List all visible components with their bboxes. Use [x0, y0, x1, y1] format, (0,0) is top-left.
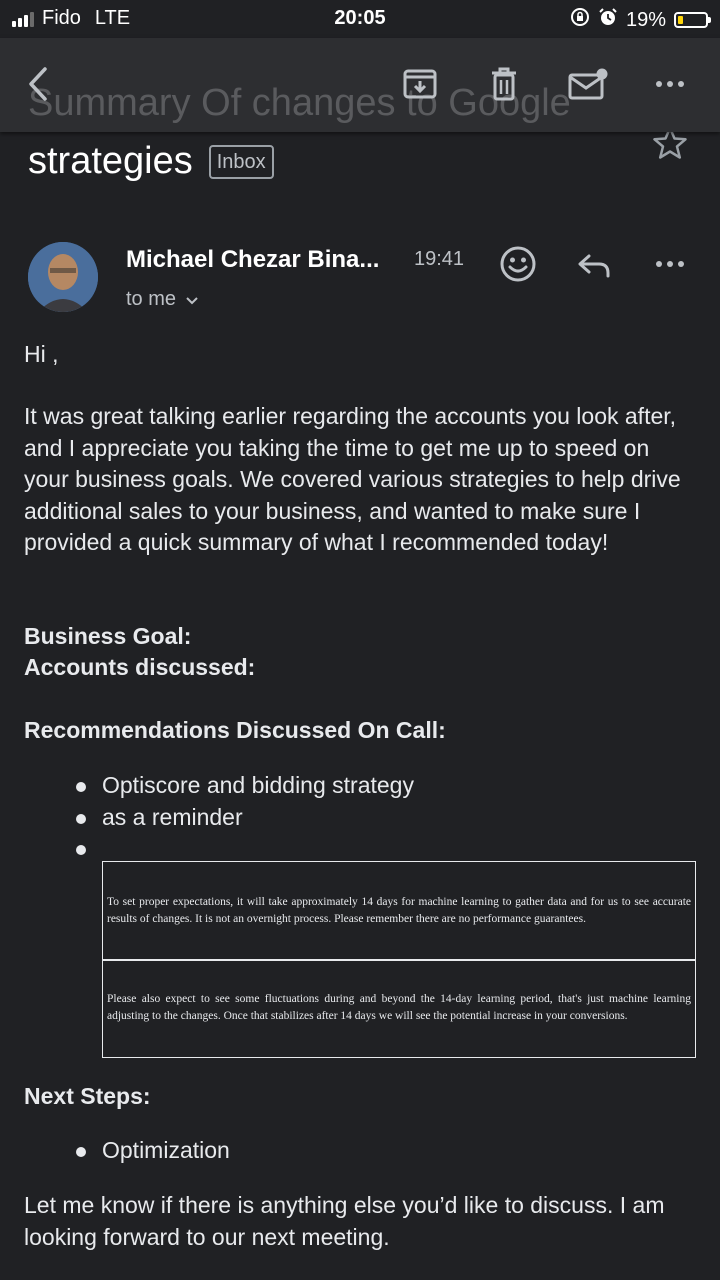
- alarm-icon: [598, 7, 618, 33]
- list-item: [24, 833, 694, 865]
- email-subject: strategies Inbox: [28, 140, 274, 183]
- archive-icon[interactable]: [396, 60, 444, 108]
- recommendations-list: Optiscore and bidding strategy as a remi…: [24, 770, 694, 865]
- table-cell: To set proper expectations, it will take…: [107, 895, 691, 925]
- recipient-toggle[interactable]: to me: [126, 288, 198, 311]
- avatar[interactable]: [28, 242, 98, 312]
- email-time: 19:41: [414, 248, 465, 270]
- list-item: as a reminder: [24, 802, 694, 834]
- recipient-label: to me: [126, 288, 177, 310]
- closing-paragraph: Let me know if there is anything else yo…: [24, 1192, 665, 1250]
- accounts-discussed-heading: Accounts discussed:: [24, 654, 256, 680]
- subject-text: strategies: [28, 140, 193, 182]
- sender-name[interactable]: Michael Chezar Bina...: [126, 246, 379, 274]
- list-item: Optimization: [24, 1135, 694, 1167]
- table-cell: Please also expect to see some fluctuati…: [103, 959, 695, 1055]
- back-arrow-icon[interactable]: [14, 60, 62, 108]
- list-item: Optiscore and bidding strategy: [24, 770, 694, 802]
- delete-icon[interactable]: [480, 60, 528, 108]
- expectations-table: To set proper expectations, it will take…: [102, 861, 696, 1058]
- reply-icon[interactable]: [572, 244, 616, 288]
- more-options-icon[interactable]: [646, 60, 694, 108]
- battery-percent: 19%: [625, 8, 666, 31]
- message-more-icon[interactable]: [648, 242, 692, 286]
- greeting: Hi ,: [24, 341, 59, 367]
- next-steps-list: Optimization: [24, 1135, 694, 1167]
- status-bar: Fido LTE 20:05 19%: [0, 0, 720, 38]
- sender-header: Michael Chezar Bina... 19:41 to me: [28, 242, 698, 322]
- rotation-lock-icon: [570, 7, 590, 33]
- inbox-label-chip[interactable]: Inbox: [208, 144, 274, 179]
- intro-paragraph: It was great talking earlier regarding t…: [24, 403, 681, 555]
- top-app-bar: Summary Of changes to Google: [0, 38, 720, 132]
- next-steps-heading: Next Steps:: [24, 1083, 151, 1109]
- business-goal-heading: Business Goal:: [24, 623, 192, 649]
- chevron-down-icon: [185, 288, 198, 310]
- emoji-reaction-icon[interactable]: [496, 242, 540, 286]
- mark-unread-icon[interactable]: [564, 60, 612, 108]
- recommendations-heading: Recommendations Discussed On Call:: [24, 717, 446, 743]
- battery-icon: [674, 12, 711, 28]
